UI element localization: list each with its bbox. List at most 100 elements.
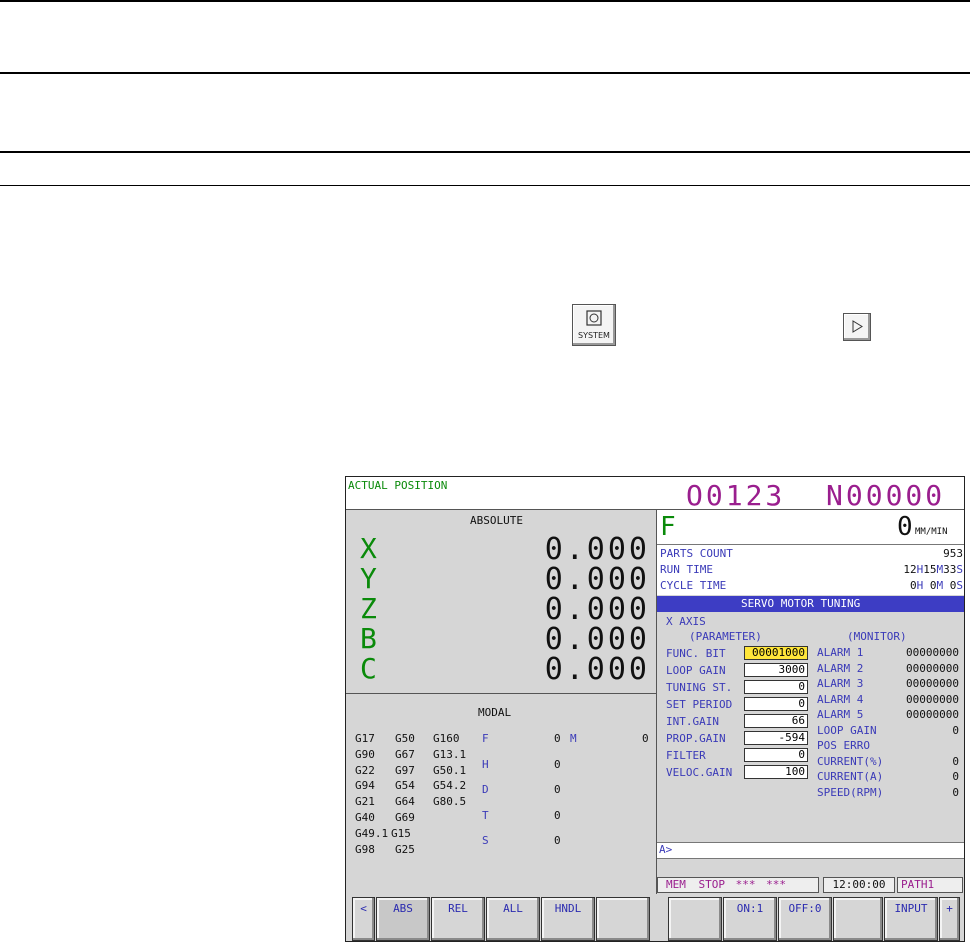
path-indicator: PATH1 [897, 877, 963, 893]
code-row: S0 [482, 834, 652, 860]
monitor-value: 00000000 [906, 677, 959, 690]
softkey-blank-1[interactable] [596, 897, 650, 941]
top-rule [0, 0, 970, 2]
rule-3 [0, 151, 970, 153]
softkey-abs[interactable]: ABS [376, 897, 430, 941]
parts-count-row: PARTS COUNT 953 [660, 547, 963, 560]
gcode-row: G17 G50 G160 [355, 732, 485, 748]
monitor-value: 0 [952, 785, 959, 799]
softkey-prev[interactable]: < [352, 897, 375, 941]
m-code-value: 0 [642, 732, 649, 745]
softkey-blank-3[interactable] [833, 897, 883, 941]
gcode: G22 [355, 763, 375, 777]
param-field-set-period[interactable]: 0 [744, 697, 808, 711]
gcode: G50.1 [433, 763, 467, 777]
tuning-panel: X AXIS (PARAMETER) (MONITOR) FUNC. BIT 0… [657, 612, 964, 842]
second-unit: S [956, 563, 963, 576]
mode-text: MEM [666, 878, 686, 891]
softkey-all[interactable]: ALL [486, 897, 540, 941]
run-time-value: 12H15M33S [903, 563, 963, 576]
code-value: 0 [554, 834, 561, 847]
rule-2 [0, 72, 970, 74]
title-bar: ACTUAL POSITION O0123 N00000 [346, 477, 964, 512]
modal-panel: MODAL G17 G50 G160 G90 G67 G13.1 G22 G97 G50.1… [346, 694, 657, 894]
softkey-on[interactable]: ON:1 [723, 897, 777, 941]
param-field-filter[interactable]: 0 [744, 748, 808, 762]
monitor-row: ALARM 2 00000000 [817, 662, 959, 678]
param-field-veloc-gain[interactable]: 100 [744, 765, 808, 779]
gcode: G67 [395, 747, 415, 761]
clock: 12:00:00 [823, 877, 895, 893]
gcode-row: G98 G25 [355, 843, 485, 859]
minute-unit: M [936, 579, 944, 592]
softkey-next[interactable]: + [939, 897, 960, 941]
monitor-label: ALARM 1 [817, 646, 864, 659]
param-field-func-bit[interactable]: 00001000 [744, 646, 808, 660]
axis-letter: X [360, 532, 377, 565]
param-label: TUNING ST. [666, 681, 733, 694]
m-code-label: M [570, 732, 577, 745]
monitor-label: POS ERRO [817, 739, 870, 752]
axis-row-x: X 0.000 [360, 532, 650, 567]
monitor-row: POS ERRO [817, 739, 959, 755]
monitor-value: 00000000 [906, 646, 959, 659]
monitor-header: (MONITOR) [847, 630, 907, 643]
gcode: G69 [395, 810, 415, 824]
code-value: 0 [554, 732, 561, 745]
param-field-prop-gain[interactable]: -594 [744, 731, 808, 745]
screen-title: ACTUAL POSITION [348, 479, 448, 492]
gcode: G54 [395, 779, 415, 793]
axis-row-y: Y 0.000 [360, 562, 650, 597]
param-label: SET PERIOD [666, 698, 733, 711]
softkey-input[interactable]: INPUT [884, 897, 938, 941]
param-field-int-gain[interactable]: 66 [744, 714, 808, 728]
monitor-label: ALARM 2 [817, 661, 864, 675]
softkey-off[interactable]: OFF:0 [778, 897, 832, 941]
code-row: T0 [482, 809, 652, 835]
gcode: G94 [355, 779, 375, 793]
parts-count-label: PARTS COUNT [660, 547, 733, 560]
axis-letter: C [360, 652, 377, 685]
feed-unit: MM/MIN [915, 527, 948, 537]
code-label: D [482, 783, 489, 796]
softkey-blank-2[interactable] [668, 897, 722, 941]
mode-status: MEM STOP *** *** [657, 877, 819, 893]
system-key-label: SYSTEM [578, 331, 610, 340]
tuning-axis: X AXIS [666, 615, 706, 628]
input-prompt: A> [659, 843, 673, 856]
param-field-tuning-st[interactable]: 0 [744, 680, 808, 694]
system-key-icon[interactable]: SYSTEM [572, 304, 616, 346]
softkey-rel[interactable]: REL [431, 897, 485, 941]
monitor-label: ALARM 5 [817, 708, 864, 721]
gcode: G17 [355, 732, 375, 745]
rule-4 [0, 185, 970, 186]
state-text: STOP [698, 878, 726, 891]
code-row: D0 [482, 783, 652, 809]
param-label: FUNC. BIT [666, 647, 726, 660]
status-bar: MEM STOP *** *** 12:00:00 PATH1 [657, 877, 964, 894]
axis-letter: Y [360, 562, 377, 595]
input-line[interactable]: A> [657, 842, 964, 859]
absolute-panel: ABSOLUTE X 0.000 Y 0.000 Z 0.000 B 0.000… [346, 510, 657, 694]
axis-letter: Z [360, 592, 377, 625]
gcode: G13.1 [433, 747, 467, 761]
next-softkey-icon[interactable] [843, 313, 871, 341]
monitor-value: 00000000 [906, 708, 959, 721]
softkey-hndl[interactable]: HNDL [541, 897, 595, 941]
monitor-row: SPEED(RPM) 0 [817, 786, 959, 802]
absolute-header: ABSOLUTE [470, 514, 523, 527]
param-label: LOOP GAIN [666, 664, 726, 677]
param-field-loop-gain[interactable]: 3000 [744, 663, 808, 677]
monitor-row: LOOP GAIN 0 [817, 724, 959, 740]
code-label: T [482, 808, 489, 822]
axis-letter: B [360, 622, 377, 655]
sequence-number: N00000 [826, 479, 946, 512]
feed-label: F [660, 512, 676, 542]
monitor-label: SPEED(RPM) [817, 785, 884, 799]
code-label: H [482, 757, 489, 771]
code-label: F [482, 732, 489, 745]
gcode-table: G17 G50 G160 G90 G67 G13.1 G22 G97 G50.1 G94 G5… [355, 732, 485, 858]
monitor-value: 0 [952, 754, 959, 768]
play-triangle-icon [852, 320, 863, 333]
gcode: G40 [355, 810, 375, 824]
